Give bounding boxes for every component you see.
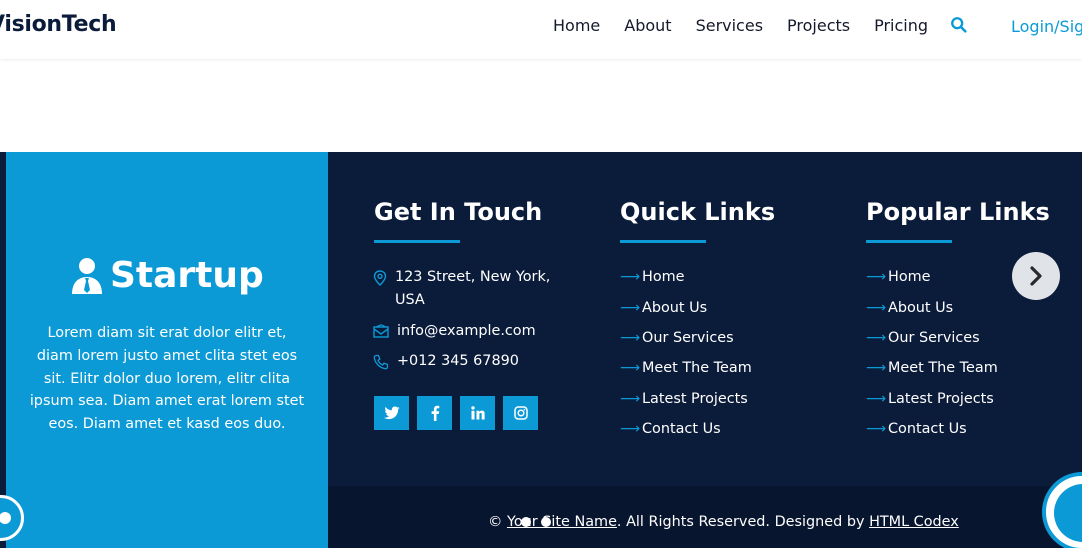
email-text[interactable]: info@example.com xyxy=(397,320,557,343)
popular-link-label: Our Services xyxy=(888,329,980,346)
arrow-right-icon: ⟶ xyxy=(866,329,887,346)
popular-links-underline xyxy=(866,240,952,243)
startup-description: Lorem diam sit erat dolor elitr et, diam… xyxy=(29,325,305,433)
popular-link-label: Contact Us xyxy=(888,421,967,438)
phone-text: +012 345 67890 xyxy=(397,353,519,369)
arrow-right-icon: ⟶ xyxy=(866,269,887,286)
quick-link-label: Latest Projects xyxy=(642,390,748,407)
arrow-right-icon: ⟶ xyxy=(620,269,641,286)
quick-links-list: ⟶ Home ⟶ About Us ⟶ Our Services ⟶ Meet The … xyxy=(620,262,752,444)
quick-link-services[interactable]: ⟶ Our Services xyxy=(620,323,752,353)
popular-link-label: About Us xyxy=(888,299,954,316)
address-text: 123 Street, New York, USA xyxy=(395,269,551,308)
carousel-next-button[interactable] xyxy=(1012,252,1060,300)
headset-icon xyxy=(1054,484,1082,542)
popular-link-label: Meet The Team xyxy=(888,360,998,377)
arrow-right-icon: ⟶ xyxy=(620,360,641,377)
popular-link-contact[interactable]: ⟶ Contact Us xyxy=(866,414,998,444)
quick-links-title: Quick Links xyxy=(620,198,776,226)
arrow-right-icon: ⟶ xyxy=(866,421,887,438)
startup-title: Startup xyxy=(110,255,264,296)
arrow-right-icon: ⟶ xyxy=(866,299,887,316)
designer-link[interactable]: HTML Codex xyxy=(869,514,959,530)
nav-about[interactable]: About xyxy=(624,16,671,35)
quick-link-label: Home xyxy=(642,269,685,286)
brand-logo[interactable]: VisionTech xyxy=(0,12,117,37)
get-in-touch-underline xyxy=(374,240,460,243)
quick-link-team[interactable]: ⟶ Meet The Team xyxy=(620,353,752,383)
quick-link-label: Meet The Team xyxy=(642,360,752,377)
nav-pricing[interactable]: Pricing xyxy=(874,16,928,35)
envelope-icon xyxy=(373,324,389,338)
quick-link-label: About Us xyxy=(642,299,708,316)
social-links xyxy=(374,396,538,430)
popular-link-label: Home xyxy=(888,269,931,286)
nav-services[interactable]: Services xyxy=(696,16,763,35)
arrow-right-icon: ⟶ xyxy=(866,390,887,407)
popular-link-services[interactable]: ⟶ Our Services xyxy=(866,323,998,353)
quick-link-about[interactable]: ⟶ About Us xyxy=(620,292,752,322)
copyright-symbol: © xyxy=(488,514,503,530)
twitter-icon[interactable] xyxy=(374,396,409,430)
quick-link-home[interactable]: ⟶ Home xyxy=(620,262,752,292)
phone-icon xyxy=(373,354,389,370)
copyright-middle: . All Rights Reserved. Designed by xyxy=(616,514,865,530)
popular-link-home[interactable]: ⟶ Home xyxy=(866,262,998,292)
chevron-right-icon xyxy=(1030,266,1042,286)
arrow-right-icon: ⟶ xyxy=(620,299,641,316)
linkedin-icon[interactable] xyxy=(460,396,495,430)
popular-links-title: Popular Links xyxy=(866,198,1050,226)
user-tie-icon xyxy=(72,258,102,294)
popular-link-projects[interactable]: ⟶ Latest Projects xyxy=(866,384,998,414)
arrow-right-icon: ⟶ xyxy=(866,360,887,377)
nav-home[interactable]: Home xyxy=(553,16,600,35)
arrow-right-icon: ⟶ xyxy=(620,421,641,438)
contact-phone: +012 345 67890 xyxy=(373,350,557,373)
quick-link-contact[interactable]: ⟶ Contact Us xyxy=(620,414,752,444)
facebook-icon[interactable] xyxy=(417,396,452,430)
startup-brand[interactable]: Startup xyxy=(70,257,264,295)
contact-address: 123 Street, New York, USA xyxy=(373,266,555,312)
search-icon[interactable] xyxy=(950,16,968,34)
navbar: VisionTech Home About Services Projects … xyxy=(0,0,1082,59)
get-in-touch-title: Get In Touch xyxy=(374,198,543,226)
popular-link-team[interactable]: ⟶ Meet The Team xyxy=(866,353,998,383)
arrow-right-icon: ⟶ xyxy=(620,390,641,407)
login-signup-link[interactable]: Login/Sign Up xyxy=(1011,17,1082,36)
popular-link-about[interactable]: ⟶ About Us xyxy=(866,292,998,322)
popular-link-label: Latest Projects xyxy=(888,390,994,407)
quick-link-label: Contact Us xyxy=(642,421,721,438)
quick-link-label: Our Services xyxy=(642,329,734,346)
main-nav: Home About Services Projects Pricing xyxy=(553,16,952,35)
quick-link-projects[interactable]: ⟶ Latest Projects xyxy=(620,384,752,414)
copyright-text: © Your Site Name. All Rights Reserved. D… xyxy=(488,514,959,530)
overlay-dot xyxy=(541,517,551,527)
popular-links-list: ⟶ Home ⟶ About Us ⟶ Our Services ⟶ Meet The … xyxy=(866,262,998,444)
arrow-right-icon: ⟶ xyxy=(620,329,641,346)
nav-projects[interactable]: Projects xyxy=(787,16,850,35)
overlay-dot xyxy=(521,517,531,527)
quick-links-underline xyxy=(620,240,706,243)
contact-email: info@example.com xyxy=(373,320,557,343)
map-marker-icon xyxy=(373,270,387,286)
instagram-icon[interactable] xyxy=(503,396,538,430)
